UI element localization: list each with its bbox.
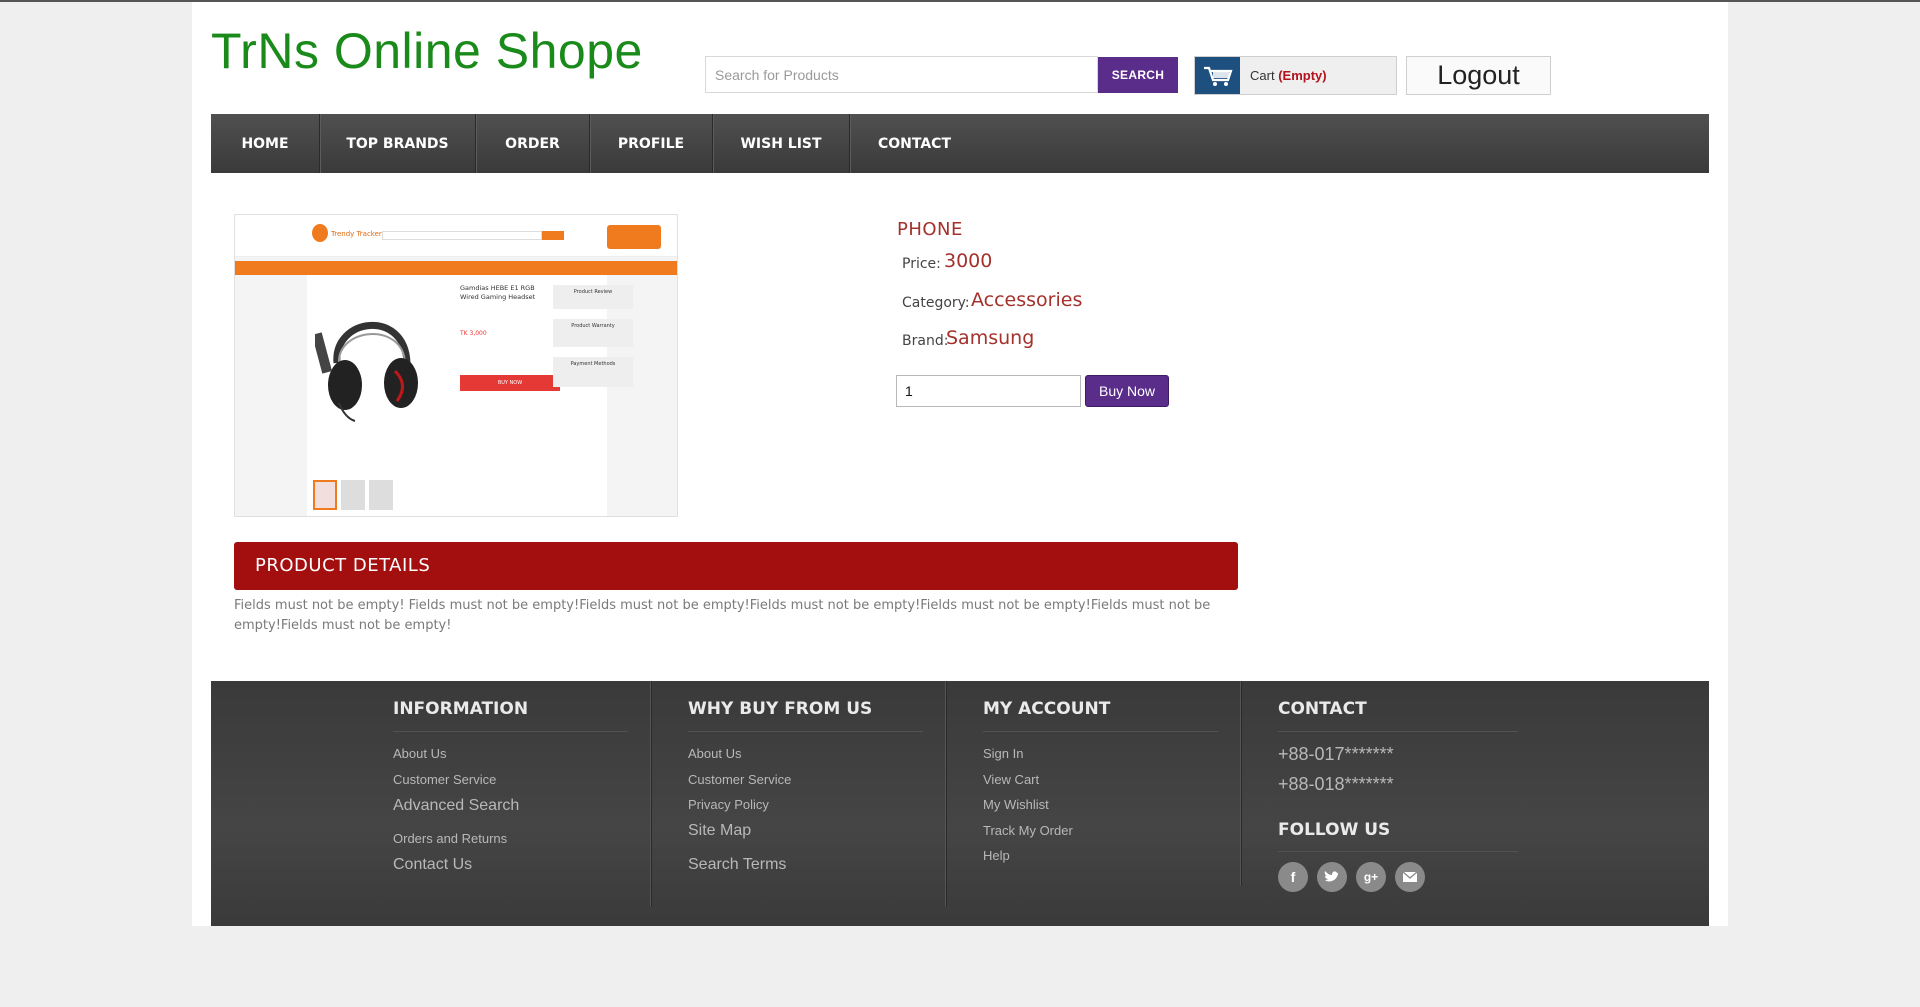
brand-value: Samsung — [946, 327, 1035, 349]
search-button[interactable]: SEARCH — [1098, 57, 1178, 93]
product-image: Trendy Tracker Gamdias HEBE E1 RGB Wired… — [234, 214, 678, 517]
footer-heading-follow-us: FOLLOW US — [1278, 820, 1391, 840]
image-thumb-3 — [369, 480, 393, 510]
category-label: Category: — [902, 295, 970, 311]
cart-icon — [1195, 57, 1240, 94]
image-nav — [235, 261, 677, 275]
image-buy: BUY NOW — [460, 375, 560, 391]
footer-heading-why-buy: WHY BUY FROM US — [688, 699, 873, 719]
footer-link-track-my-order[interactable]: Track My Order — [983, 823, 1073, 838]
google-plus-icon[interactable]: g+ — [1356, 862, 1386, 892]
footer-divider — [688, 731, 923, 732]
price-label: Price: — [902, 256, 941, 272]
image-searchbar — [382, 231, 542, 240]
footer-divider — [1278, 731, 1518, 732]
footer-col-information: INFORMATION About Us Customer Service Ad… — [374, 681, 628, 906]
image-thumb-1 — [313, 480, 337, 510]
footer-link-my-wishlist[interactable]: My Wishlist — [983, 797, 1049, 812]
image-page: Gamdias HEBE E1 RGB Wired Gaming Headset… — [307, 275, 633, 516]
image-thumb-2 — [341, 480, 365, 510]
email-icon[interactable] — [1395, 862, 1425, 892]
footer-phone-2: +88-018******* — [1278, 774, 1394, 794]
footer-phone-1: +88-017******* — [1278, 744, 1394, 764]
footer-divider — [983, 731, 1218, 732]
footer-link-about-us[interactable]: About Us — [393, 746, 446, 761]
main-nav: HOME TOP BRANDS ORDER PROFILE WISH LIST … — [211, 114, 1709, 173]
footer-link-view-cart[interactable]: View Cart — [983, 772, 1039, 787]
footer-col-why-buy: WHY BUY FROM US About Us Customer Servic… — [651, 681, 946, 906]
image-logo-icon — [312, 224, 328, 242]
twitter-icon[interactable] — [1317, 862, 1347, 892]
footer-link-search-terms[interactable]: Search Terms — [688, 856, 786, 874]
headset-icon — [315, 322, 418, 422]
site-logo[interactable]: TrNs Online Shope — [211, 22, 643, 80]
buy-now-button[interactable]: Buy Now — [1085, 375, 1169, 407]
footer-col-contact: CONTACT +88-017******* +88-018******* FO… — [1241, 681, 1541, 892]
quantity-input[interactable] — [896, 375, 1081, 407]
image-side-3: Payment Methods — [553, 357, 633, 387]
price-value: 3000 — [944, 250, 993, 272]
nav-item-top-brands[interactable]: TOP BRANDS — [320, 114, 476, 173]
image-cart — [607, 225, 661, 249]
logout-button[interactable]: Logout — [1406, 56, 1551, 95]
image-side-1: Product Review — [553, 285, 633, 309]
product-details-text: Fields must not be empty! Fields must no… — [234, 598, 1211, 633]
nav-item-order[interactable]: ORDER — [476, 114, 590, 173]
footer-link-about-us[interactable]: About Us — [688, 746, 741, 761]
category-value: Accessories — [971, 289, 1083, 311]
footer-heading-information: INFORMATION — [393, 699, 529, 719]
footer-link-site-map[interactable]: Site Map — [688, 822, 751, 840]
image-brand: Trendy Tracker — [331, 230, 382, 238]
footer-link-advanced-search[interactable]: Advanced Search — [393, 797, 519, 815]
search-input[interactable] — [705, 56, 1098, 93]
product-name: PHONE — [897, 219, 963, 240]
footer-link-customer-service[interactable]: Customer Service — [688, 772, 791, 787]
footer-link-privacy-policy[interactable]: Privacy Policy — [688, 797, 769, 812]
footer-link-orders-returns[interactable]: Orders and Returns — [393, 831, 507, 846]
footer-link-contact-us[interactable]: Contact Us — [393, 856, 472, 874]
page-container: TrNs Online Shope SEARCH Cart (Empty) Lo… — [192, 2, 1728, 926]
image-topbar: Trendy Tracker — [235, 215, 677, 257]
nav-item-wish-list[interactable]: WISH LIST — [713, 114, 850, 173]
image-search-btn — [542, 231, 564, 240]
footer-heading-contact: CONTACT — [1278, 699, 1367, 719]
facebook-icon[interactable]: f — [1278, 862, 1308, 892]
image-title: Gamdias HEBE E1 RGB Wired Gaming Headset — [460, 284, 536, 301]
footer-divider — [1278, 851, 1518, 852]
footer-link-help[interactable]: Help — [983, 848, 1010, 863]
cart-button[interactable]: Cart (Empty) — [1194, 56, 1397, 95]
product-details-heading: PRODUCT DETAILS — [234, 542, 1238, 590]
nav-item-profile[interactable]: PROFILE — [590, 114, 713, 173]
nav-item-home[interactable]: HOME — [211, 114, 320, 173]
cart-status: (Empty) — [1278, 68, 1327, 83]
footer-col-my-account: MY ACCOUNT Sign In View Cart My Wishlist… — [946, 681, 1241, 906]
image-side-2: Product Warranty — [553, 319, 633, 347]
image-price: TK 3,000 — [460, 330, 487, 337]
footer-link-customer-service[interactable]: Customer Service — [393, 772, 496, 787]
brand-label: Brand: — [902, 333, 949, 349]
footer-heading-my-account: MY ACCOUNT — [983, 699, 1111, 719]
footer-divider — [393, 731, 628, 732]
footer: INFORMATION About Us Customer Service Ad… — [211, 681, 1709, 926]
footer-link-sign-in[interactable]: Sign In — [983, 746, 1023, 761]
cart-label: Cart (Empty) — [1250, 68, 1327, 83]
nav-item-contact[interactable]: CONTACT — [850, 114, 979, 173]
